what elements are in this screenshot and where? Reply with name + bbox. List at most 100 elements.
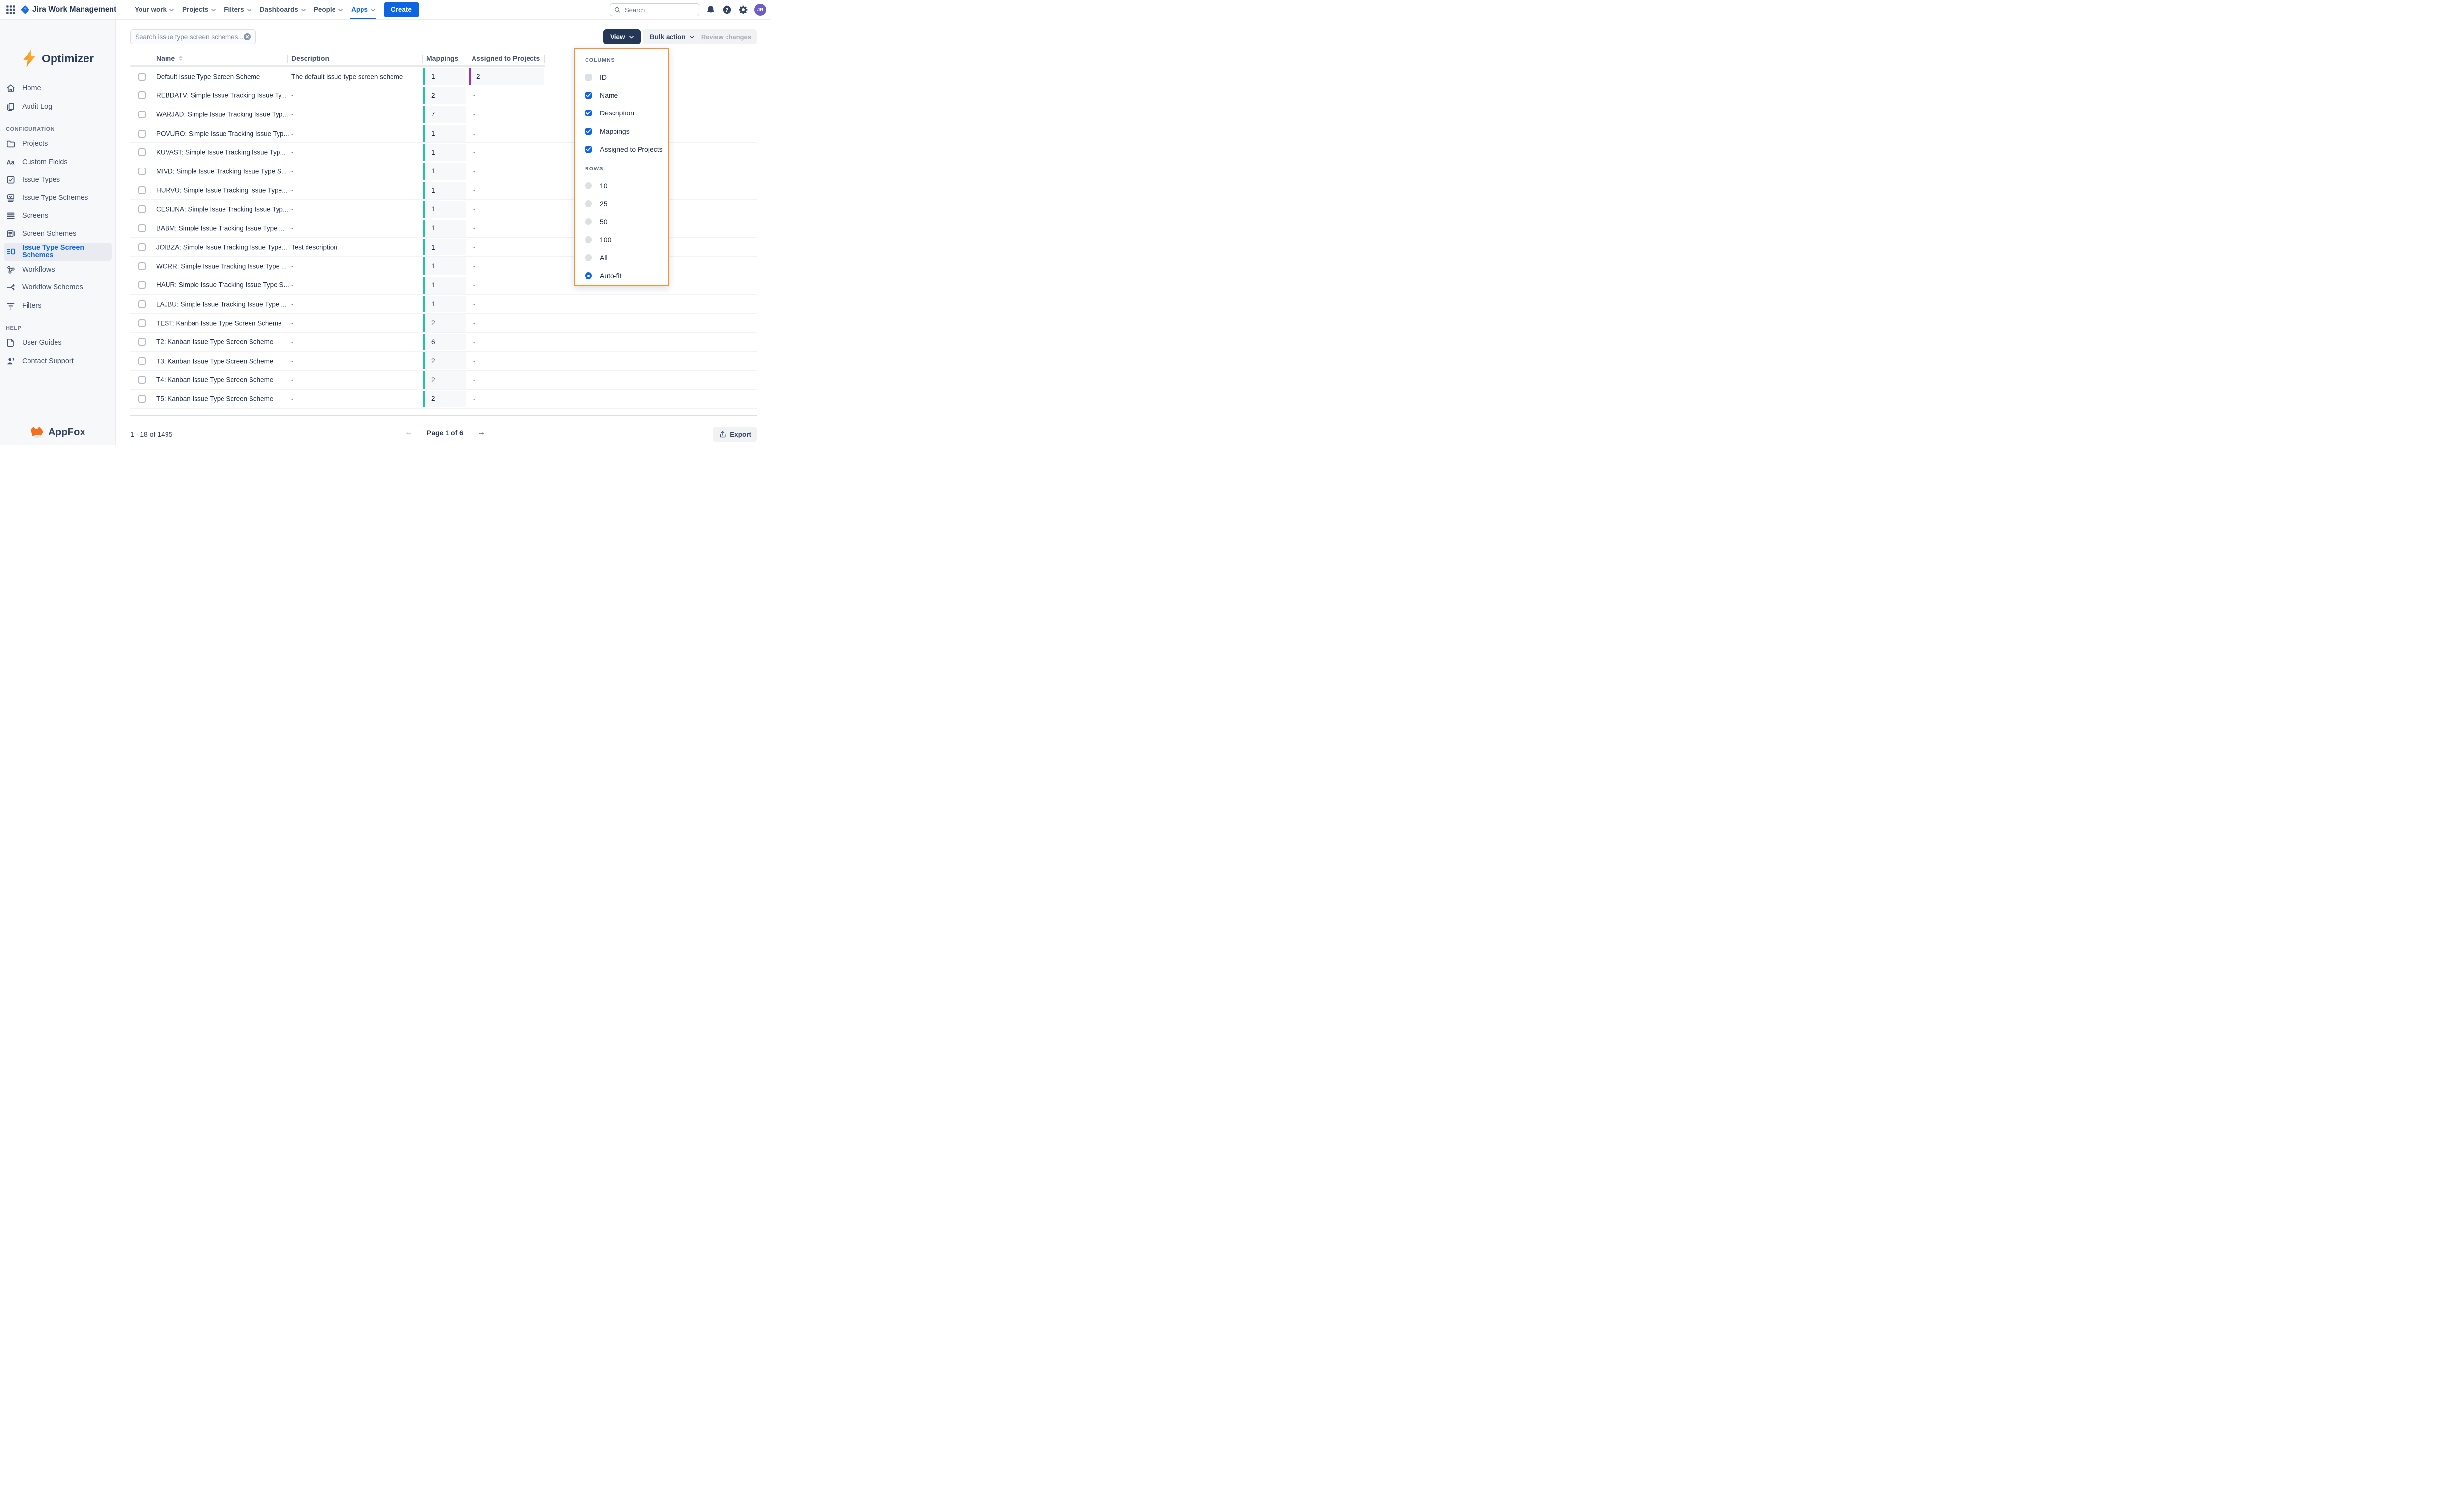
column-option-name[interactable]: Name: [575, 86, 668, 105]
topnav-menu-area: Your work Projects Filters Dashboards People…: [135, 0, 419, 19]
app-switcher-grid-icon[interactable]: [6, 5, 16, 15]
view-button[interactable]: View: [603, 29, 641, 44]
radio-icon[interactable]: [585, 272, 592, 279]
column-option-mappings[interactable]: Mappings: [575, 122, 668, 140]
row-checkbox-icon[interactable]: [138, 338, 146, 346]
notification-bell-icon[interactable]: [706, 5, 716, 15]
row-checkbox-icon[interactable]: [138, 186, 146, 194]
table-search-input[interactable]: Search issue type screen schemes...: [130, 29, 256, 44]
table-row[interactable]: T4: Kanban Issue Type Screen Scheme-2-: [130, 371, 757, 390]
settings-gear-icon[interactable]: [738, 5, 748, 15]
radio-icon[interactable]: [585, 182, 592, 189]
workflows-icon: [6, 265, 16, 275]
sidebar-item-issue-type-screen-schemes[interactable]: Issue Type Screen Schemes: [4, 243, 112, 261]
row-checkbox-icon[interactable]: [138, 168, 146, 175]
clear-search-icon[interactable]: [243, 33, 251, 41]
checkbox-icon[interactable]: [585, 92, 592, 99]
row-checkbox-icon[interactable]: [138, 376, 146, 384]
radio-icon[interactable]: [585, 218, 592, 225]
column-header-description[interactable]: Description: [291, 53, 329, 64]
row-assigned-cell: 2: [469, 68, 544, 85]
row-mappings-cell: 1: [423, 163, 466, 180]
sidebar-item-custom-fields[interactable]: AaCustom Fields: [4, 153, 112, 171]
row-checkbox-icon[interactable]: [138, 319, 146, 327]
topnav-menu-people[interactable]: People: [314, 0, 343, 19]
rows-option-all[interactable]: All: [575, 249, 668, 267]
row-checkbox-icon[interactable]: [138, 111, 146, 118]
sidebar-item-workflow-schemes[interactable]: Workflow Schemes: [4, 279, 112, 297]
row-description: -: [291, 130, 294, 137]
row-checkbox-icon[interactable]: [138, 281, 146, 289]
topnav-menu-projects[interactable]: Projects: [182, 0, 216, 19]
help-icon[interactable]: ?: [722, 5, 732, 15]
checkbox-icon[interactable]: [585, 146, 592, 153]
row-checkbox-icon[interactable]: [138, 205, 146, 213]
rows-option-label: 10: [600, 182, 608, 190]
sidebar-item-screens[interactable]: Screens: [4, 207, 112, 225]
sidebar-item-filters[interactable]: Filters: [4, 297, 112, 315]
table-row[interactable]: T2: Kanban Issue Type Screen Scheme-6-: [130, 333, 757, 352]
radio-icon[interactable]: [585, 254, 592, 261]
export-button[interactable]: Export: [713, 427, 757, 442]
table-row[interactable]: T3: Kanban Issue Type Screen Scheme-2-: [130, 352, 757, 371]
row-checkbox-icon[interactable]: [138, 91, 146, 99]
row-assigned-cell: -: [473, 244, 475, 251]
sidebar-item-projects[interactable]: Projects: [4, 135, 112, 153]
column-header-name[interactable]: Name: [156, 53, 183, 64]
topnav-menu-your-work[interactable]: Your work: [135, 0, 174, 19]
previous-page-arrow-icon[interactable]: ←: [405, 428, 413, 437]
column-option-label: Mappings: [600, 127, 630, 135]
rows-option-auto-fit[interactable]: Auto-fit: [575, 267, 668, 285]
sidebar-item-home[interactable]: Home: [4, 80, 112, 98]
table-row[interactable]: T5: Kanban Issue Type Screen Scheme-2-: [130, 390, 757, 409]
radio-icon[interactable]: [585, 200, 592, 207]
checkbox-icon[interactable]: [585, 128, 592, 135]
row-checkbox-icon[interactable]: [138, 395, 146, 403]
row-mappings-cell: 1: [423, 201, 466, 218]
radio-icon[interactable]: [585, 236, 592, 243]
sidebar-item-screen-schemes[interactable]: Screen Schemes: [4, 225, 112, 243]
bulk-action-button[interactable]: Bulk action: [643, 29, 701, 44]
sidebar-item-issue-type-schemes[interactable]: Issue Type Schemes: [4, 189, 112, 207]
topnav-menu-filters[interactable]: Filters: [224, 0, 251, 19]
rows-option-50[interactable]: 50: [575, 213, 668, 231]
column-header-assigned[interactable]: Assigned to Projects: [472, 53, 540, 64]
table-row[interactable]: LAJBU: Simple Issue Tracking Issue Type …: [130, 295, 757, 314]
row-assigned-cell: -: [473, 111, 475, 118]
sidebar-item-workflows[interactable]: Workflows: [4, 261, 112, 279]
checkbox-icon[interactable]: [585, 110, 592, 116]
rows-option-25[interactable]: 25: [575, 195, 668, 213]
sidebar-item-user-guides[interactable]: User Guides: [4, 334, 112, 352]
row-checkbox-icon[interactable]: [138, 148, 146, 156]
row-name: JOIBZA: Simple Issue Tracking Issue Type…: [156, 244, 287, 251]
row-assigned-cell: -: [473, 205, 475, 213]
row-checkbox-icon[interactable]: [138, 262, 146, 270]
sidebar-item-contact-support[interactable]: Contact Support: [4, 352, 112, 370]
checkbox-icon[interactable]: [585, 74, 592, 81]
create-button[interactable]: Create: [384, 2, 419, 17]
rows-option-10[interactable]: 10: [575, 177, 668, 195]
row-assigned-cell: -: [473, 149, 475, 156]
next-page-arrow-icon[interactable]: →: [477, 428, 485, 437]
user-avatar[interactable]: JR: [754, 4, 766, 16]
column-option-id[interactable]: ID: [575, 68, 668, 86]
topnav-menu-dashboards[interactable]: Dashboards: [260, 0, 306, 19]
rows-option-100[interactable]: 100: [575, 231, 668, 249]
sidebar-item-issue-types[interactable]: Issue Types: [4, 171, 112, 189]
row-checkbox-icon[interactable]: [138, 130, 146, 138]
column-option-description[interactable]: Description: [575, 104, 668, 122]
column-header-mappings[interactable]: Mappings: [426, 53, 458, 64]
column-option-assigned-to-projects[interactable]: Assigned to Projects: [575, 140, 668, 158]
topnav-menu-apps[interactable]: Apps: [351, 0, 375, 19]
sidebar-item-audit-log[interactable]: Audit Log: [4, 98, 112, 116]
row-checkbox-icon[interactable]: [138, 73, 146, 81]
global-search-input[interactable]: Search: [610, 3, 699, 16]
column-option-label: Name: [600, 91, 618, 99]
row-checkbox-icon[interactable]: [138, 300, 146, 308]
topnav-menu-label: Filters: [224, 6, 244, 13]
global-search-placeholder: Search: [625, 6, 645, 14]
row-checkbox-icon[interactable]: [138, 243, 146, 251]
row-checkbox-icon[interactable]: [138, 224, 146, 232]
row-checkbox-icon[interactable]: [138, 357, 146, 365]
table-row[interactable]: TEST: Kanban Issue Type Screen Scheme-2-: [130, 314, 757, 333]
